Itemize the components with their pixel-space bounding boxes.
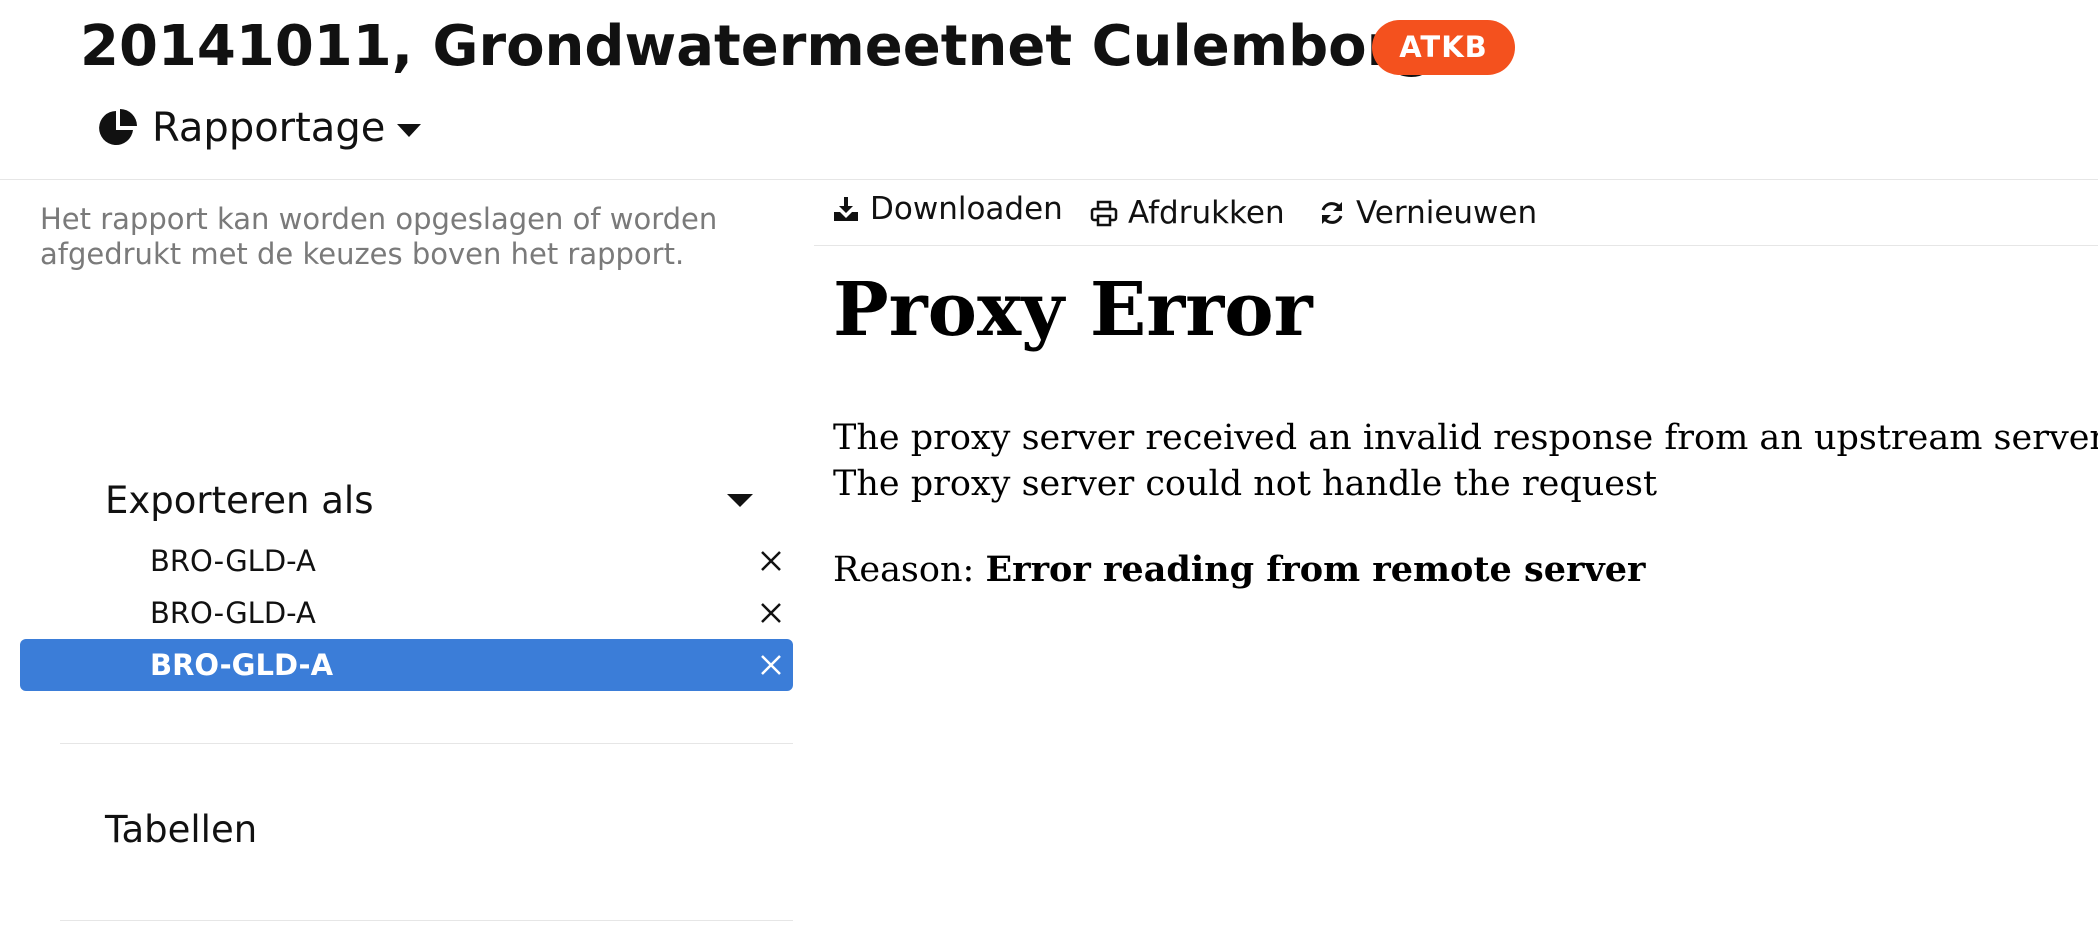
section-divider [60, 743, 793, 744]
report-menu-label: Rapportage [152, 105, 386, 151]
close-icon[interactable] [757, 651, 785, 679]
export-format-label: BRO-GLD-A [150, 648, 334, 682]
download-icon [834, 197, 858, 221]
page-title: 20141011, Grondwatermeetnet Culemborg [80, 14, 1435, 79]
download-button[interactable]: Downloaden [832, 189, 1063, 229]
refresh-icon [1321, 202, 1343, 224]
error-reason: Reason: Error reading from remote server [833, 547, 2073, 593]
organization-badge[interactable]: ATKB [1372, 20, 1515, 75]
report-content: Proxy Error The proxy server received an… [833, 265, 2098, 593]
export-format-item-selected[interactable]: BRO-GLD-A [20, 639, 793, 691]
report-toolbar: Downloaden Afdrukken Vernieuwen [814, 181, 2098, 246]
page-header: 20141011, Grondwatermeetnet Culemborg AT… [0, 0, 2098, 180]
error-title: Proxy Error [833, 267, 1313, 353]
sidebar-hint: Het rapport kan worden opgeslagen of wor… [40, 202, 718, 271]
refresh-button[interactable]: Vernieuwen [1318, 193, 1537, 233]
export-format-item[interactable]: BRO-GLD-A [20, 587, 793, 639]
pie-chart-icon [99, 109, 137, 145]
print-button[interactable]: Afdrukken [1090, 193, 1285, 233]
chevron-down-icon [397, 123, 422, 137]
export-format-label: BRO-GLD-A [150, 596, 316, 630]
export-format-label: BRO-GLD-A [150, 544, 316, 578]
export-section-label: Exporteren als [105, 478, 374, 522]
chevron-down-icon [727, 493, 753, 507]
error-reason-label: Reason: [833, 550, 975, 590]
export-format-list: BRO-GLD-A BRO-GLD-A BRO-GLD-A [20, 535, 793, 691]
refresh-label: Vernieuwen [1356, 195, 1538, 231]
report-menu-button[interactable]: Rapportage [98, 102, 422, 154]
error-message-line-1: The proxy server received an invalid res… [833, 418, 2098, 458]
error-message-line-2: The proxy server could not handle the re… [833, 464, 1658, 504]
download-label: Downloaden [870, 191, 1063, 227]
tables-section-toggle[interactable]: Tabellen [105, 808, 257, 851]
close-icon[interactable] [757, 599, 785, 627]
section-divider [60, 920, 793, 921]
export-format-item[interactable]: BRO-GLD-A [20, 535, 793, 587]
close-icon[interactable] [757, 547, 785, 575]
export-section-toggle[interactable]: Exporteren als [105, 476, 755, 524]
print-label: Afdrukken [1128, 195, 1285, 231]
print-icon [1090, 200, 1118, 227]
error-reason-text: Error reading from remote server [985, 549, 1646, 590]
